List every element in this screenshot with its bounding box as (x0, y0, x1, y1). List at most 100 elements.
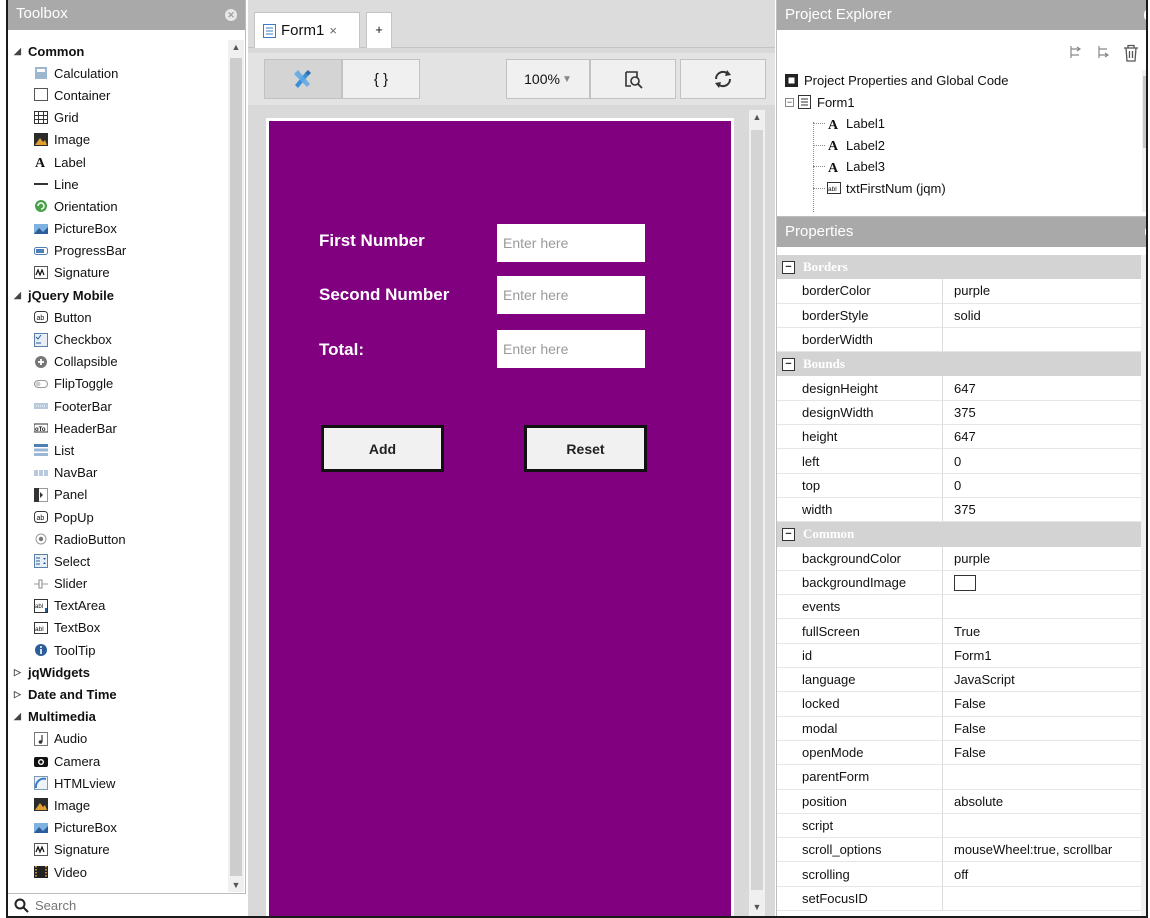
property-value[interactable] (943, 765, 1146, 790)
property-value[interactable]: 0 (943, 474, 1146, 498)
toolbox-item[interactable]: Select (8, 550, 228, 572)
property-row[interactable]: designHeight 647 (777, 376, 1146, 401)
property-row[interactable]: parentForm (777, 765, 1146, 790)
property-row[interactable]: left 0 (777, 449, 1146, 474)
scroll-down-icon[interactable]: ▼ (749, 902, 765, 912)
toolbox-item[interactable]: Panel (8, 484, 228, 506)
property-row[interactable]: designWidth 375 (777, 400, 1146, 426)
property-row[interactable]: borderStyle solid (777, 303, 1146, 328)
toolbox-item[interactable]: ab PopUp (8, 506, 228, 528)
toolbox-item[interactable]: ToolTip (8, 639, 228, 661)
toolbox-item[interactable]: ab Button (8, 306, 228, 328)
property-row[interactable]: language JavaScript (777, 668, 1146, 693)
property-value[interactable]: False (943, 741, 1146, 766)
tree-node[interactable]: A Label1 (777, 113, 1146, 135)
preview-button[interactable] (590, 59, 676, 99)
label-first-number[interactable]: First Number (319, 231, 425, 251)
toolbox-item[interactable]: Image (8, 129, 228, 151)
property-value[interactable]: Form1 (943, 644, 1146, 669)
property-value[interactable]: 375 (943, 401, 1146, 426)
property-value[interactable]: 375 (943, 498, 1146, 523)
property-row[interactable]: width 375 (777, 497, 1146, 523)
property-value[interactable] (943, 814, 1146, 839)
tab-form1[interactable]: Form1 × (254, 12, 360, 48)
property-value[interactable]: purple (943, 547, 1146, 571)
collapse-icon[interactable]: − (782, 260, 795, 274)
property-value[interactable]: JavaScript (943, 668, 1146, 693)
property-row[interactable]: borderColor purple (777, 279, 1146, 304)
toolbox-group[interactable]: ▷ jqWidgets (8, 661, 228, 683)
scroll-up-icon[interactable]: ▲ (749, 112, 765, 122)
first-number-input[interactable] (497, 224, 645, 262)
property-value[interactable] (943, 328, 1146, 353)
project-tree-scrollbar[interactable] (1142, 70, 1146, 212)
property-value[interactable]: mouseWheel:true, scrollbar (943, 838, 1146, 863)
scroll-up-icon[interactable]: ▲ (228, 42, 244, 52)
toolbox-item[interactable]: Orientation (8, 195, 228, 217)
zoom-select[interactable]: 100% ▼ (506, 59, 590, 99)
image-picker-swatch[interactable] (954, 574, 976, 591)
tree-node[interactable]: Project Properties and Global Code (777, 70, 1146, 92)
property-value[interactable]: 0 (943, 449, 1146, 474)
collapse-icon[interactable]: − (782, 527, 795, 541)
second-number-input[interactable] (497, 276, 645, 314)
property-value[interactable]: True (943, 619, 1146, 644)
toolbox-item[interactable]: List (8, 439, 228, 461)
property-value[interactable]: absolute (943, 790, 1146, 814)
property-value[interactable]: False (943, 692, 1146, 717)
scroll-down-icon[interactable]: ▼ (228, 880, 244, 890)
property-value[interactable]: 647 (943, 425, 1146, 450)
toolbox-group[interactable]: ◢ Common (8, 40, 228, 62)
property-row[interactable]: backgroundImage (777, 570, 1146, 596)
move-up-icon[interactable] (1069, 44, 1083, 60)
toolbox-item[interactable]: Container (8, 84, 228, 106)
toolbox-item[interactable]: A Label (8, 151, 228, 173)
toolbox-item[interactable]: Signature (8, 262, 228, 284)
property-value[interactable]: off (943, 862, 1146, 887)
property-row[interactable]: scroll_options mouseWheel:true, scrollbar (777, 838, 1146, 863)
designer-scrollbar[interactable]: ▲ ▼ (749, 110, 765, 916)
property-row[interactable]: backgroundColor purple (777, 546, 1146, 571)
expand-caret-icon[interactable]: ◢ (14, 290, 28, 301)
toolbox-scrollbar[interactable]: ▲ ▼ (228, 40, 244, 892)
toolbox-item[interactable]: Audio (8, 728, 228, 750)
add-tab-button[interactable]: + (366, 12, 392, 48)
collapse-caret-icon[interactable]: ▷ (14, 689, 28, 700)
label-second-number[interactable]: Second Number (319, 285, 449, 305)
toolbox-item[interactable]: Grid (8, 107, 228, 129)
collapse-icon[interactable]: − (782, 357, 795, 371)
property-row[interactable]: fullScreen True (777, 619, 1146, 644)
total-input[interactable] (497, 330, 645, 368)
property-row[interactable]: scrolling off (777, 862, 1146, 887)
property-value[interactable]: 647 (943, 376, 1146, 401)
toolbox-item[interactable]: PictureBox (8, 817, 228, 839)
toolbox-item[interactable]: abl TextBox (8, 617, 228, 639)
property-value[interactable]: purple (943, 279, 1146, 304)
toolbox-item[interactable]: FlipToggle (8, 373, 228, 395)
property-row[interactable]: height 647 (777, 425, 1146, 450)
scrollbar-thumb[interactable] (751, 130, 763, 890)
tree-node[interactable]: − Form1 (777, 92, 1146, 114)
code-view-button[interactable]: { } (342, 59, 420, 99)
property-row[interactable]: script (777, 813, 1146, 839)
property-value[interactable] (943, 571, 1146, 596)
tree-node[interactable]: A Label2 (777, 135, 1146, 157)
toolbox-item[interactable]: RadioButton (8, 528, 228, 550)
tree-node[interactable]: abl txtFirstNum (jqm) (777, 178, 1146, 200)
toolbox-item[interactable]: Checkbox (8, 328, 228, 350)
close-icon[interactable]: ✕ (225, 9, 237, 21)
form-canvas[interactable]: First Number Second Number Total: Add Re… (266, 118, 734, 916)
toolbox-item[interactable]: abl TextArea (8, 595, 228, 617)
toolbox-item[interactable]: Slider (8, 573, 228, 595)
toolbox-item[interactable]: Image (8, 794, 228, 816)
move-down-icon[interactable] (1097, 44, 1111, 60)
property-value[interactable]: False (943, 717, 1146, 741)
property-row[interactable]: events (777, 595, 1146, 620)
toolbox-item[interactable]: PictureBox (8, 218, 228, 240)
property-row[interactable]: borderWidth (777, 327, 1146, 353)
property-category[interactable]: − Borders (777, 255, 1146, 280)
scrollbar-thumb[interactable] (230, 58, 242, 876)
toolbox-item[interactable]: Collapsible (8, 351, 228, 373)
property-row[interactable]: modal False (777, 716, 1146, 741)
toolbox-group[interactable]: ▷ Date and Time (8, 683, 228, 705)
